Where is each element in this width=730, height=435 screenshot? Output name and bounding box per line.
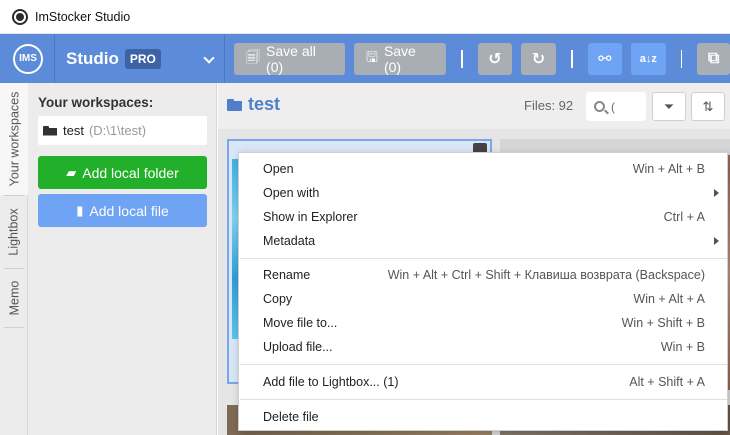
shortcut: Win + B xyxy=(660,340,705,354)
folder-icon xyxy=(227,98,242,111)
menu-separator xyxy=(240,364,727,365)
sort-icon: ⇅ xyxy=(702,98,714,114)
add-local-file-label: Add local file xyxy=(89,202,169,219)
menu-item-rename[interactable]: Rename Win + Alt + Ctrl + Shift + Клавиш… xyxy=(239,263,729,287)
add-local-folder-button[interactable]: ▰ Add local folder xyxy=(38,156,207,189)
folder-open-icon: ▰ xyxy=(66,164,77,180)
menu-item-upload-file[interactable]: Upload file... Win + B xyxy=(239,335,729,359)
files-count: Files: 92 xyxy=(524,98,574,113)
workspace-item[interactable]: test (D:\1\test) xyxy=(38,116,207,145)
file-icon: ▮ xyxy=(76,202,84,218)
undo-icon: ↺ xyxy=(488,50,502,68)
toolbar-separator xyxy=(460,49,463,68)
save-all-label: Save all (0) xyxy=(266,42,316,75)
sort-az-button[interactable]: a↓z xyxy=(631,42,666,75)
tab-your-workspaces[interactable]: Your workspaces xyxy=(0,83,28,195)
filter-icon: ⏷ xyxy=(663,98,675,114)
tab-memo[interactable]: Memo xyxy=(0,269,28,327)
workspaces-sidebar: Your workspaces: test (D:\1\test) ▰ Add … xyxy=(28,83,217,435)
menu-item-copy[interactable]: Copy Win + Alt + A xyxy=(239,287,729,311)
save-all-icon: 🗐 xyxy=(246,48,261,65)
save-label: Save (0) xyxy=(383,42,416,75)
sort-az-icon: a↓z xyxy=(639,52,657,65)
pro-badge: PRO xyxy=(124,48,161,69)
search-icon xyxy=(594,101,605,112)
main-header: test Files: 92 ⏷ ⇅ xyxy=(218,83,730,129)
workspace-name: test xyxy=(63,123,84,138)
breadcrumb: test xyxy=(227,94,280,115)
studio-label: Studio xyxy=(66,48,119,68)
chevron-down-icon[interactable] xyxy=(204,54,214,64)
window-title: ImStocker Studio xyxy=(35,9,131,24)
toolbar: IMS Studio PRO 🗐 Save all (0) 🖫 Save (0)… xyxy=(0,34,730,83)
shortcut: Win + Alt + A xyxy=(633,292,705,306)
menu-item-add-to-lightbox[interactable]: Add file to Lightbox... (1) Alt + Shift … xyxy=(239,370,729,394)
menu-item-delete-file[interactable]: Delete file xyxy=(239,405,729,429)
filter-button[interactable]: ⏷ xyxy=(652,92,686,121)
menu-separator xyxy=(240,399,727,400)
menu-item-move-file[interactable]: Move file to... Win + Shift + B xyxy=(239,311,729,335)
brand-switcher[interactable]: IMS Studio PRO xyxy=(0,34,226,83)
vertical-tabs: Your workspaces Lightbox Memo xyxy=(0,83,28,435)
undo-button[interactable]: ↺ xyxy=(477,42,513,75)
context-menu: Open Win + Alt + B Open with Show in Exp… xyxy=(238,152,728,431)
redo-button[interactable]: ↻ xyxy=(521,42,556,75)
copy-icon: ⧉ xyxy=(708,49,720,67)
save-button[interactable]: 🖫 Save (0) xyxy=(354,42,446,75)
find-button[interactable]: ⚯ xyxy=(587,42,623,75)
shortcut: Alt + Shift + A xyxy=(629,375,705,389)
toolbar-separator xyxy=(680,49,683,68)
search-input[interactable] xyxy=(611,99,635,114)
add-local-file-button[interactable]: ▮ Add local file xyxy=(38,194,207,227)
folder-title: test xyxy=(248,94,281,114)
menu-item-show-in-explorer[interactable]: Show in Explorer Ctrl + A xyxy=(239,205,729,229)
shortcut: Win + Alt + B xyxy=(632,162,705,176)
app-logo-icon xyxy=(12,8,28,25)
tab-lightbox[interactable]: Lightbox xyxy=(0,196,28,268)
add-local-folder-label: Add local folder xyxy=(82,164,179,181)
workspace-path: (D:\1\test) xyxy=(88,123,147,138)
copy-button[interactable]: ⧉ xyxy=(697,42,730,75)
brand-divider xyxy=(54,34,55,83)
workspaces-heading: Your workspaces: xyxy=(38,95,154,110)
submenu-arrow-icon xyxy=(714,237,719,245)
menu-separator xyxy=(240,258,727,259)
ims-logo: IMS xyxy=(13,43,43,74)
shortcut: Win + Shift + B xyxy=(621,316,705,330)
menu-item-metadata[interactable]: Metadata xyxy=(239,229,729,253)
binoculars-icon: ⚯ xyxy=(598,50,612,68)
folder-open-icon xyxy=(43,125,57,136)
menu-item-open[interactable]: Open Win + Alt + B xyxy=(239,157,729,181)
tab-divider xyxy=(4,327,24,328)
sort-button[interactable]: ⇅ xyxy=(691,92,725,121)
save-all-button[interactable]: 🗐 Save all (0) xyxy=(234,42,345,75)
toolbar-separator xyxy=(570,49,573,68)
shortcut: Ctrl + A xyxy=(663,210,705,224)
menu-item-open-with[interactable]: Open with xyxy=(239,181,729,205)
search-box[interactable] xyxy=(586,92,646,121)
redo-icon: ↻ xyxy=(531,50,546,68)
title-bar: ImStocker Studio xyxy=(0,0,730,34)
save-icon: 🖫 xyxy=(366,48,378,65)
shortcut: Win + Alt + Ctrl + Shift + Клавиша возвр… xyxy=(387,268,705,282)
submenu-arrow-icon xyxy=(714,189,719,197)
